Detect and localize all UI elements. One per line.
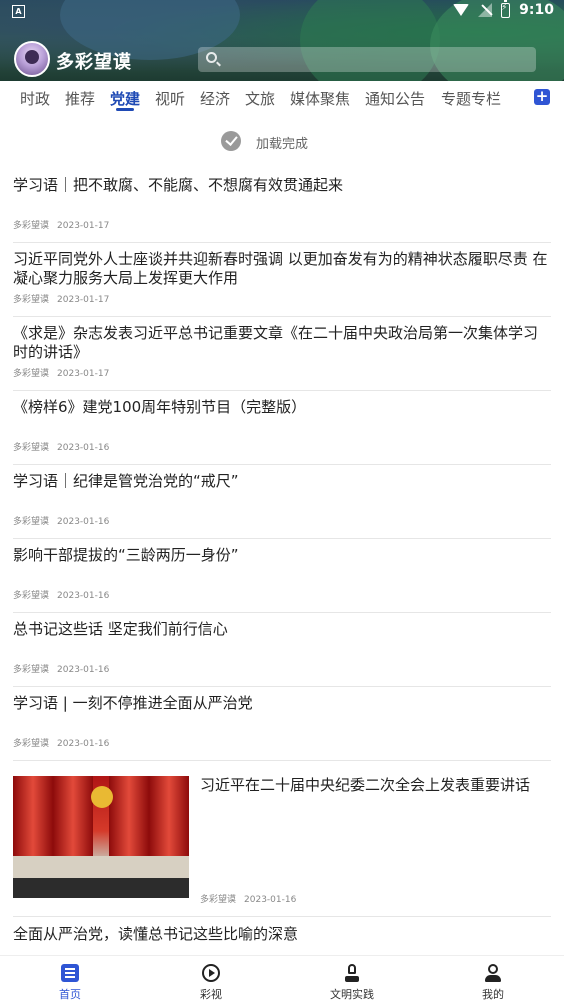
article-date: 2023-01-17 bbox=[57, 295, 110, 305]
tab-tuijian[interactable]: 推荐 bbox=[65, 88, 95, 109]
bottom-nav: 首页 彩视 文明实践 我的 bbox=[0, 955, 564, 1003]
article-item[interactable]: 总书记这些话 坚定我们前行信心 多彩望谟 2023-01-16 bbox=[13, 612, 551, 687]
status-time: 9:10 bbox=[519, 2, 554, 18]
tab-wenlv[interactable]: 文旅 bbox=[245, 88, 275, 109]
article-item-with-image[interactable]: 习近平在二十届中央纪委二次全会上发表重要讲话 多彩望谟 2023-01-16 bbox=[13, 776, 551, 917]
article-title: 《求是》杂志发表习近平总书记重要文章《在二十届中央政治局第一次集体学习时的讲话》 bbox=[13, 324, 539, 361]
thumb-curtain bbox=[13, 776, 53, 856]
article-title: 习近平同党外人士座谈并共迎新春时强调 以更加奋发有为的精神状态履职尽责 在凝心聚… bbox=[13, 250, 548, 287]
tab-tongzhi-gonggao[interactable]: 通知公告 bbox=[365, 88, 425, 109]
tab-zhuanti-zhuanlan[interactable]: 专题专栏 bbox=[441, 88, 501, 109]
article-date: 2023-01-17 bbox=[57, 221, 110, 231]
practice-icon bbox=[343, 964, 361, 982]
article-title: 习近平在二十届中央纪委二次全会上发表重要讲话 bbox=[200, 776, 531, 794]
thumb-curtain bbox=[149, 776, 189, 856]
thumb-emblem bbox=[91, 786, 113, 808]
article-item[interactable]: 学习语 | 一刻不停推进全面从严治党 多彩望谟 2023-01-16 bbox=[13, 686, 551, 761]
profile-icon bbox=[484, 964, 502, 982]
status-right: 9:10 bbox=[453, 0, 554, 18]
check-circle-icon bbox=[221, 131, 241, 151]
search-input[interactable] bbox=[198, 47, 536, 72]
article-meta: 多彩望谟 2023-01-16 bbox=[13, 736, 109, 749]
article-title: 总书记这些话 坚定我们前行信心 bbox=[13, 620, 228, 638]
nav-practice[interactable]: 文明实践 bbox=[312, 956, 392, 1003]
article-title: 学习语｜纪律是管党治党的“戒尺” bbox=[13, 472, 239, 490]
article-title: 影响干部提拔的“三龄两历一身份” bbox=[13, 546, 239, 564]
app-title: 多彩望谟 bbox=[56, 52, 132, 73]
article-date: 2023-01-16 bbox=[57, 665, 110, 675]
article-item[interactable]: 学习语｜把不敢腐、不能腐、不想腐有效贯通起来 多彩望谟 2023-01-17 bbox=[13, 168, 551, 243]
article-date: 2023-01-16 bbox=[57, 517, 110, 527]
active-tab-indicator bbox=[116, 108, 134, 111]
nav-profile[interactable]: 我的 bbox=[453, 956, 533, 1003]
article-meta: 多彩望谟 2023-01-16 bbox=[200, 892, 296, 905]
signal-icon bbox=[478, 3, 493, 17]
article-item[interactable]: 影响干部提拔的“三龄两历一身份” 多彩望谟 2023-01-16 bbox=[13, 538, 551, 613]
article-date: 2023-01-16 bbox=[57, 591, 110, 601]
article-meta: 多彩望谟 2023-01-17 bbox=[13, 292, 109, 305]
article-source: 多彩望谟 bbox=[200, 895, 237, 905]
tab-meiti-jujiao[interactable]: 媒体聚焦 bbox=[290, 88, 350, 109]
article-source: 多彩望谟 bbox=[13, 443, 50, 453]
tab-shiting[interactable]: 视听 bbox=[155, 88, 185, 109]
article-meta: 多彩望谟 2023-01-16 bbox=[13, 588, 109, 601]
article-source: 多彩望谟 bbox=[13, 665, 50, 675]
article-source: 多彩望谟 bbox=[13, 517, 50, 527]
category-tabs: 时政 推荐 党建 视听 经济 文旅 媒体聚焦 通知公告 专题专栏 bbox=[0, 81, 564, 119]
tab-dangjian[interactable]: 党建 bbox=[110, 88, 140, 109]
article-title: 《榜样6》建党100周年特别节目（完整版） bbox=[13, 398, 307, 416]
add-channel-button[interactable]: + bbox=[534, 89, 550, 105]
article-meta: 多彩望谟 2023-01-17 bbox=[13, 218, 109, 231]
article-item[interactable]: 《求是》杂志发表习近平总书记重要文章《在二十届中央政治局第一次集体学习时的讲话》… bbox=[13, 316, 551, 391]
nav-label: 彩视 bbox=[200, 988, 222, 1001]
video-play-icon bbox=[202, 964, 220, 982]
notification-a-icon: A bbox=[12, 5, 25, 18]
nav-home[interactable]: 首页 bbox=[30, 956, 110, 1003]
article-title: 全面从严治党，读懂总书记这些比喻的深意 bbox=[13, 925, 299, 943]
article-date: 2023-01-16 bbox=[57, 443, 110, 453]
tab-jingji[interactable]: 经济 bbox=[200, 88, 230, 109]
nav-label: 首页 bbox=[59, 988, 81, 1001]
article-source: 多彩望谟 bbox=[13, 591, 50, 601]
avatar[interactable] bbox=[14, 41, 50, 77]
article-date: 2023-01-16 bbox=[57, 739, 110, 749]
nav-label: 我的 bbox=[482, 988, 504, 1001]
article-date: 2023-01-16 bbox=[244, 895, 297, 905]
thumb-curtain bbox=[109, 776, 149, 856]
load-complete-indicator: 加载完成 bbox=[0, 130, 564, 154]
article-source: 多彩望谟 bbox=[13, 295, 50, 305]
header-banner: A 9:10 多彩望谟 bbox=[0, 0, 564, 81]
article-item[interactable]: 学习语｜纪律是管党治党的“戒尺” 多彩望谟 2023-01-16 bbox=[13, 464, 551, 539]
battery-charging-icon bbox=[501, 0, 511, 18]
thumb-stage bbox=[13, 856, 189, 878]
article-meta: 多彩望谟 2023-01-16 bbox=[13, 514, 109, 527]
load-complete-text: 加载完成 bbox=[256, 137, 309, 152]
article-item[interactable]: 习近平同党外人士座谈并共迎新春时强调 以更加奋发有为的精神状态履职尽责 在凝心聚… bbox=[13, 242, 551, 317]
nav-video[interactable]: 彩视 bbox=[171, 956, 251, 1003]
article-source: 多彩望谟 bbox=[13, 739, 50, 749]
article-thumbnail-image bbox=[13, 776, 189, 898]
article-meta: 多彩望谟 2023-01-16 bbox=[13, 662, 109, 675]
article-item[interactable]: 《榜样6》建党100周年特别节目（完整版） 多彩望谟 2023-01-16 bbox=[13, 390, 551, 465]
article-title: 学习语｜把不敢腐、不能腐、不想腐有效贯通起来 bbox=[13, 176, 344, 194]
article-item[interactable]: 全面从严治党，读懂总书记这些比喻的深意 bbox=[13, 916, 551, 954]
status-bar: A 9:10 bbox=[0, 0, 564, 24]
tab-shizheng[interactable]: 时政 bbox=[20, 88, 50, 109]
nav-label: 文明实践 bbox=[330, 988, 374, 1001]
article-title: 学习语 | 一刻不停推进全面从严治党 bbox=[13, 694, 253, 712]
article-date: 2023-01-17 bbox=[57, 369, 110, 379]
article-source: 多彩望谟 bbox=[13, 221, 50, 231]
search-icon bbox=[206, 52, 217, 63]
wifi-icon bbox=[453, 4, 470, 16]
thumb-curtain bbox=[53, 776, 93, 856]
article-meta: 多彩望谟 2023-01-16 bbox=[13, 440, 109, 453]
article-meta: 多彩望谟 2023-01-17 bbox=[13, 366, 109, 379]
article-source: 多彩望谟 bbox=[13, 369, 50, 379]
thumb-audience bbox=[13, 878, 189, 898]
home-icon bbox=[61, 964, 79, 982]
